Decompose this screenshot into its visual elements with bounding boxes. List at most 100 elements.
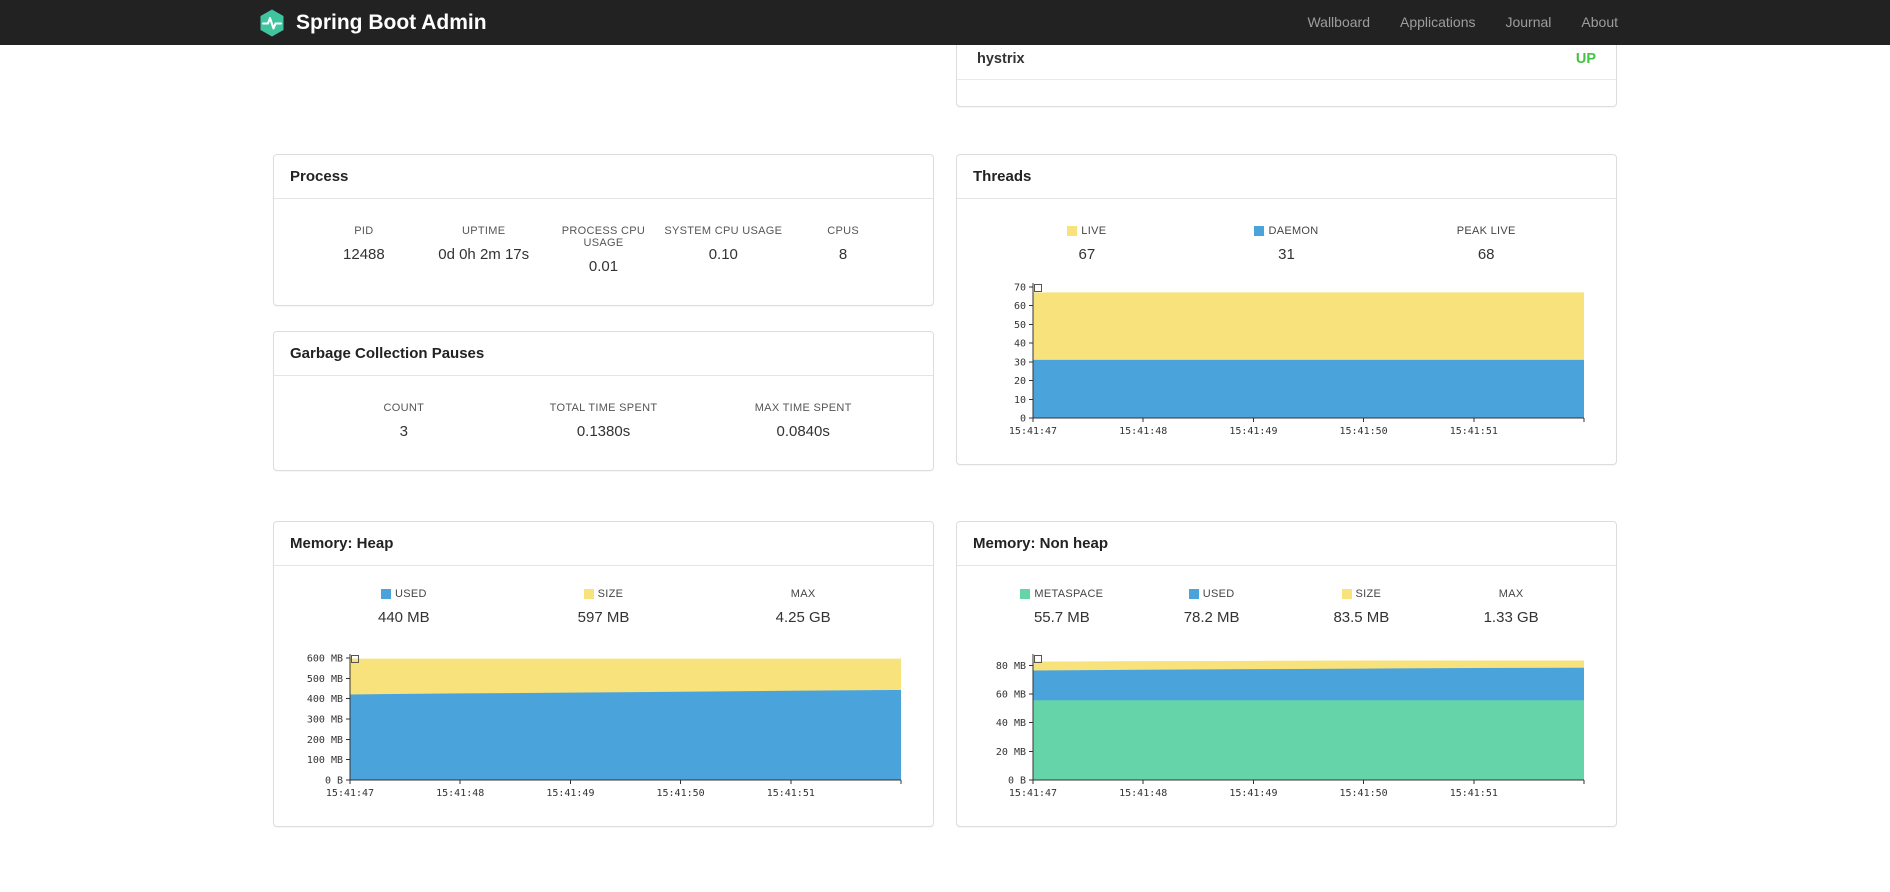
process-metrics: PID 12488 UPTIME 0d 0h 2m 17s PROCESS CP… [274, 199, 933, 305]
legend-color-swatch [583, 589, 594, 599]
metric-value: 12488 [343, 246, 385, 263]
svg-text:30: 30 [1014, 357, 1026, 368]
legend-item: USED 78.2 MB [1137, 588, 1287, 626]
nonheap-chart: 0 B 20 MB 40 MB 60 MB 80 MB 15:41:47 15:41:48 1… [983, 648, 1590, 804]
brand[interactable]: Spring Boot Admin [257, 8, 487, 38]
legend-value: 83.5 MB [1333, 609, 1390, 626]
svg-text:0 B: 0 B [325, 776, 343, 787]
heap-chart: 0 B 100 MB 200 MB 300 MB 400 MB 500 MB 600 MB 1… [300, 648, 907, 804]
legend-item: LIVE 67 [987, 225, 1187, 263]
legend-item: USED 440 MB [304, 588, 504, 626]
metric-label: CPUS [827, 225, 859, 237]
heap-column: Memory: Heap USED 440 MB SIZE 597 MB MAX… [273, 521, 934, 827]
application-status-badge: UP [1575, 51, 1596, 67]
top-row: Process PID 12488 UPTIME 0d 0h 2m 17s PR… [273, 154, 1617, 471]
application-row[interactable]: hystrix UP [957, 39, 1616, 80]
gc-panel-title: Garbage Collection Pauses [274, 332, 933, 376]
nav-link[interactable]: Journal [1490, 0, 1566, 45]
legend-item: MAX 1.33 GB [1436, 588, 1586, 626]
nav-link[interactable]: Applications [1385, 0, 1491, 45]
legend-item: DAEMON 31 [1187, 225, 1387, 263]
metric-value: 3 [399, 423, 408, 440]
svg-text:40: 40 [1014, 339, 1026, 350]
threads-panel-title: Threads [957, 155, 1616, 199]
legend-value: 1.33 GB [1483, 609, 1539, 626]
page: Spring Boot Admin Wallboard Applications… [0, 0, 1890, 892]
metric: COUNT 3 [304, 402, 504, 440]
legend-value: 4.25 GB [775, 609, 831, 626]
svg-text:15:41:48: 15:41:48 [436, 788, 484, 799]
svg-text:0 B: 0 B [1008, 776, 1026, 787]
legend-label: SIZE [1287, 588, 1437, 600]
svg-text:15:41:49: 15:41:49 [1229, 788, 1277, 799]
metric-value: 8 [838, 246, 848, 263]
threads-panel: Threads LIVE 67 DAEMON 31 PEAK LIVE 68 0… [956, 154, 1617, 465]
svg-text:15:41:50: 15:41:50 [657, 788, 705, 799]
metric: PROCESS CPU USAGE 0.01 [544, 225, 664, 275]
legend-value: 597 MB [577, 609, 630, 626]
svg-text:60 MB: 60 MB [996, 690, 1026, 701]
legend-color-swatch [1188, 589, 1199, 599]
legend-value: 440 MB [377, 609, 430, 626]
legend-value: 68 [1477, 246, 1495, 263]
metric-value: 0.1380s [576, 423, 631, 440]
svg-text:20: 20 [1014, 376, 1026, 387]
process-panel: Process PID 12488 UPTIME 0d 0h 2m 17s PR… [273, 154, 934, 306]
svg-text:0: 0 [1020, 414, 1026, 425]
nonheap-legend: METASPACE 55.7 MB USED 78.2 MB SIZE 83.5… [957, 566, 1616, 626]
legend-label-text: SIZE [1355, 588, 1382, 600]
svg-text:80 MB: 80 MB [996, 661, 1026, 672]
svg-text:600 MB: 600 MB [307, 654, 343, 665]
legend-label-text: PEAK LIVE [1456, 225, 1516, 237]
legend-item: METASPACE 55.7 MB [987, 588, 1137, 626]
metric-value: 0d 0h 2m 17s [438, 246, 530, 263]
heap-legend: USED 440 MB SIZE 597 MB MAX 4.25 GB [274, 566, 933, 626]
svg-text:15:41:51: 15:41:51 [1450, 788, 1498, 799]
svg-text:15:41:48: 15:41:48 [1119, 788, 1167, 799]
legend-color-swatch [1341, 589, 1352, 599]
legend-color-swatch [1067, 226, 1078, 236]
legend-label: LIVE [987, 225, 1187, 237]
right-column: Threads LIVE 67 DAEMON 31 PEAK LIVE 68 0… [956, 154, 1617, 471]
applications-list: hystrix UP [957, 39, 1616, 80]
nav-link[interactable]: Wallboard [1292, 0, 1385, 45]
legend-item: PEAK LIVE 68 [1386, 225, 1586, 263]
metric-label: MAX TIME SPENT [754, 402, 852, 414]
legend-label-text: MAX [1498, 588, 1524, 600]
svg-text:15:41:49: 15:41:49 [546, 788, 594, 799]
navbar: Spring Boot Admin Wallboard Applications… [0, 0, 1890, 45]
legend-label-text: LIVE [1081, 225, 1107, 237]
threads-legend: LIVE 67 DAEMON 31 PEAK LIVE 68 [957, 199, 1616, 263]
legend-label-text: MAX [790, 588, 816, 600]
svg-text:15:41:51: 15:41:51 [1450, 426, 1498, 437]
legend-color-swatch [1254, 226, 1265, 236]
process-panel-title: Process [274, 155, 933, 199]
legend-label: DAEMON [1187, 225, 1387, 237]
svg-text:300 MB: 300 MB [307, 715, 343, 726]
metric: TOTAL TIME SPENT 0.1380s [504, 402, 704, 440]
svg-text:15:41:47: 15:41:47 [326, 788, 374, 799]
navbar-inner: Spring Boot Admin Wallboard Applications… [257, 0, 1633, 45]
svg-text:15:41:47: 15:41:47 [1009, 426, 1057, 437]
metric: CPUS 8 [783, 225, 903, 275]
legend-value: 31 [1278, 246, 1295, 263]
svg-text:10: 10 [1014, 395, 1026, 406]
legend-label: MAX [1436, 588, 1586, 600]
svg-text:15:41:49: 15:41:49 [1229, 426, 1277, 437]
nav-link[interactable]: About [1566, 0, 1633, 45]
gc-metrics: COUNT 3 TOTAL TIME SPENT 0.1380s MAX TIM… [274, 376, 933, 470]
legend-label: USED [1137, 588, 1287, 600]
metric-label: PROCESS CPU USAGE [561, 225, 646, 249]
svg-text:200 MB: 200 MB [307, 735, 343, 746]
metric: SYSTEM CPU USAGE 0.10 [663, 225, 783, 275]
legend-label-text: USED [1202, 588, 1235, 600]
legend-label-text: USED [394, 588, 427, 600]
svg-text:15:41:51: 15:41:51 [767, 788, 815, 799]
brand-title: Spring Boot Admin [296, 10, 487, 34]
legend-label: METASPACE [987, 588, 1137, 600]
svg-text:400 MB: 400 MB [307, 694, 343, 705]
metric-value: 0.01 [588, 258, 619, 275]
metric-label: PID [354, 225, 374, 237]
threads-chart: 0 10 20 30 40 50 60 70 15:41:47 15:41:48 15:41:49 1… [983, 277, 1590, 442]
legend-value: 55.7 MB [1033, 609, 1090, 626]
